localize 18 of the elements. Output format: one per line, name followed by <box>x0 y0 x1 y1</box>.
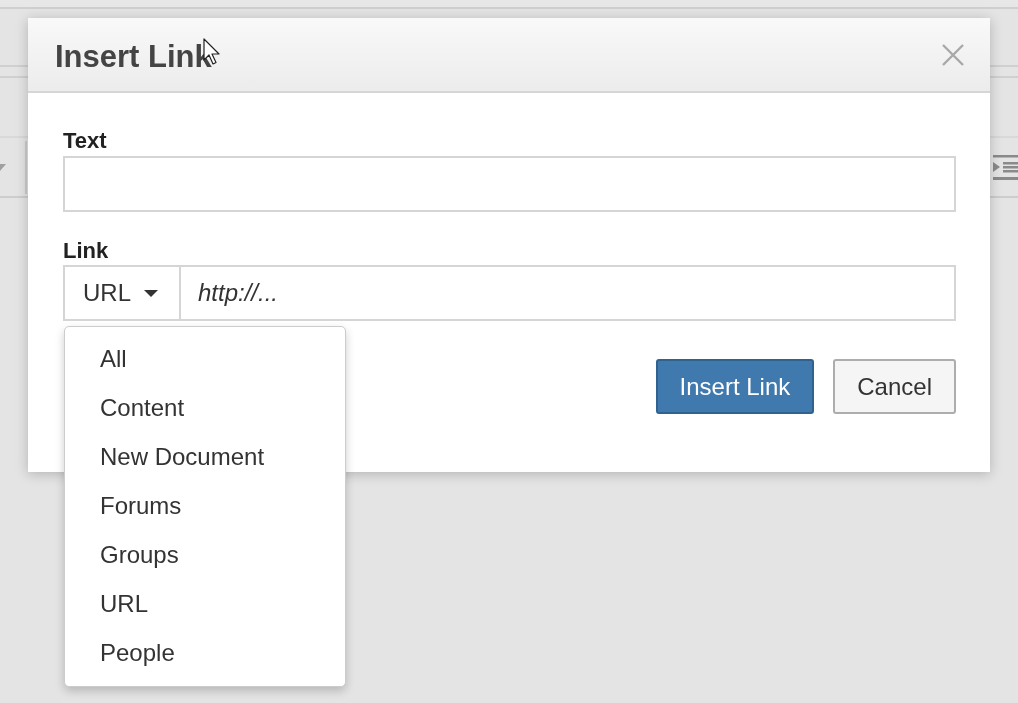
menu-item[interactable]: Content <box>65 383 345 432</box>
url-input[interactable]: http://... <box>181 265 956 321</box>
caret-icon <box>144 289 158 297</box>
indent-icon[interactable] <box>993 154 1018 180</box>
menu-item[interactable]: New Document <box>65 432 345 481</box>
cancel-button[interactable]: Cancel <box>833 359 956 414</box>
insert-link-button[interactable]: Insert Link <box>655 359 815 414</box>
link-type-dropdown[interactable]: URL <box>63 265 181 321</box>
menu-item[interactable]: People <box>65 628 345 677</box>
close-icon[interactable] <box>942 44 964 66</box>
menu-item[interactable]: All <box>65 334 345 383</box>
menu-item[interactable]: URL <box>65 579 345 628</box>
caret-icon[interactable] <box>0 163 6 171</box>
text-label: Text <box>63 128 108 154</box>
link-label: Link <box>63 238 110 264</box>
menu-item[interactable]: Groups <box>65 530 345 579</box>
text-input[interactable] <box>63 156 956 212</box>
menu-item[interactable]: Forums <box>65 481 345 530</box>
